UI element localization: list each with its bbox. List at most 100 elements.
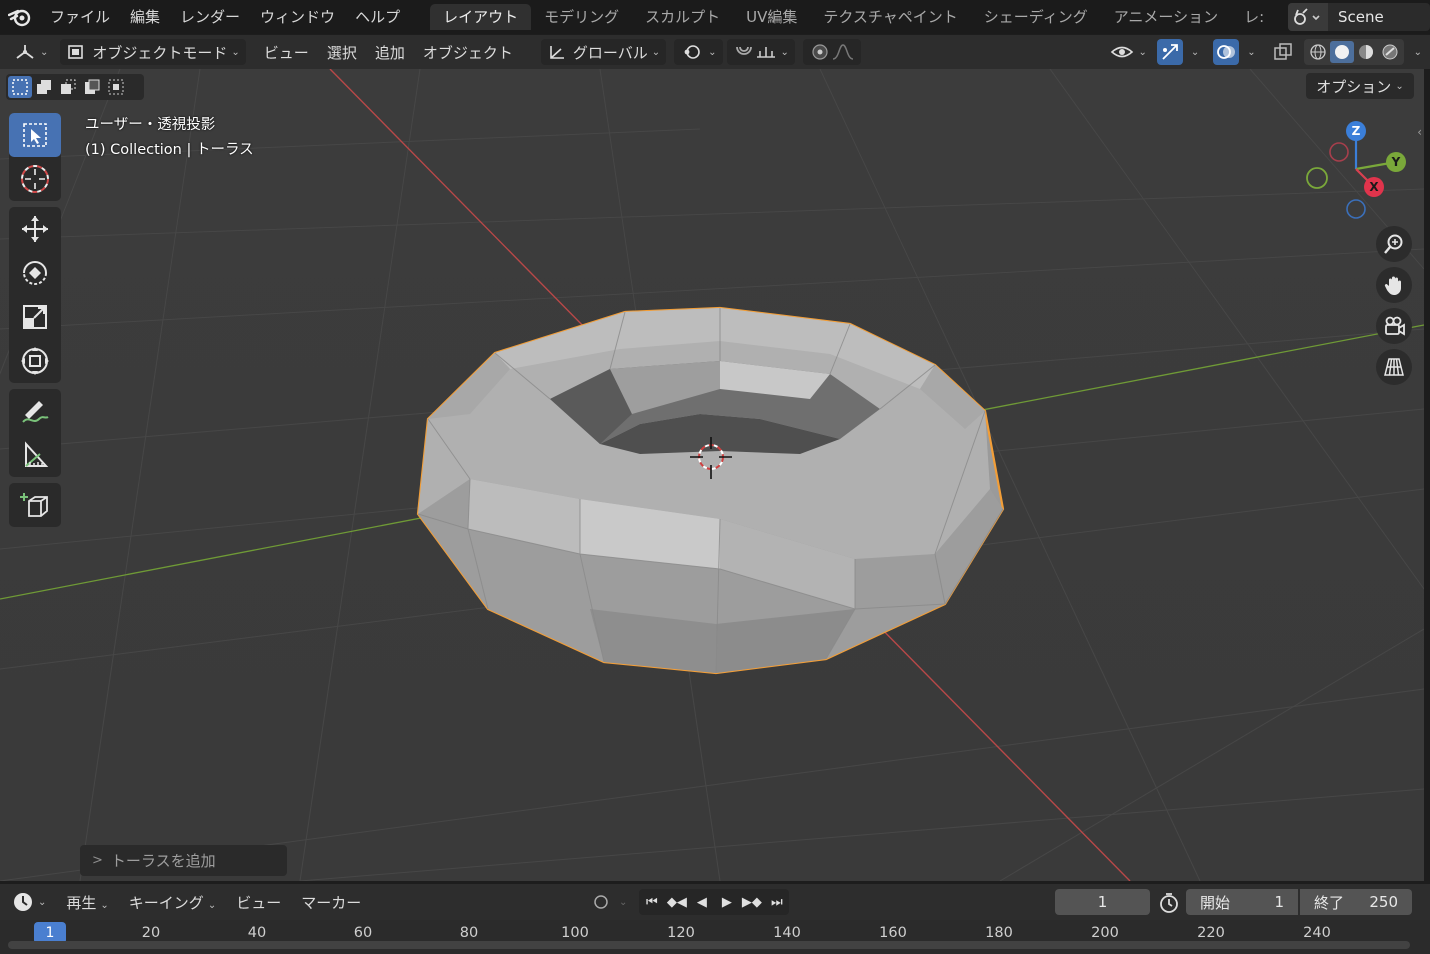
tab-texture-paint[interactable]: テクスチャペイント <box>810 4 970 30</box>
view-menu[interactable]: ビュー <box>258 39 315 65</box>
tab-rendering[interactable]: レ: <box>1231 4 1277 30</box>
ruler-tick-label: 40 <box>247 925 267 941</box>
jump-to-end-icon[interactable]: ⏭ <box>764 889 789 915</box>
jump-to-next-keyframe-icon[interactable]: ▶◆ <box>739 889 764 915</box>
add-cube-icon <box>20 493 48 517</box>
select-menu[interactable]: 選択 <box>321 39 363 65</box>
axis-editor-icon <box>16 45 34 59</box>
play-reverse-icon[interactable]: ◀ <box>689 889 714 915</box>
end-frame-value: 250 <box>1369 893 1398 911</box>
scale-tool[interactable] <box>9 295 61 339</box>
move-tool[interactable] <box>9 207 61 251</box>
tab-uv-editing[interactable]: UV編集 <box>733 4 810 30</box>
timeline-view-menu[interactable]: ビュー <box>226 892 291 913</box>
last-operation-panel[interactable]: > トーラスを追加 <box>80 845 287 876</box>
torus-object[interactable] <box>416 306 1005 675</box>
add-menu[interactable]: 追加 <box>369 39 411 65</box>
menu-render[interactable]: レンダー <box>170 0 250 34</box>
chevron-down-icon: ⌄ <box>651 46 661 58</box>
orientation-label: グローバル <box>572 43 648 62</box>
proportional-editing-toggle[interactable] <box>802 39 861 65</box>
chevron-down-icon: ⌄ <box>1395 80 1404 92</box>
timeline-header: ⌄ 再生 ⌄ キーイング ⌄ ビュー マーカー ⌄ ⏮ ◆◀ ◀ ▶ ▶◆ ⏭ 1 … <box>0 884 1430 920</box>
viewport-header-right: ⌄ ⌄ ⌄ ⌄ <box>1110 39 1422 65</box>
zoom-icon[interactable] <box>1376 226 1412 262</box>
viewport-canvas[interactable] <box>0 69 1424 881</box>
play-icon[interactable]: ▶ <box>714 889 739 915</box>
timeline-editor-type[interactable]: ⌄ <box>0 891 56 913</box>
object-mode-dropdown[interactable]: オブジェクトモード ⌄ <box>60 39 246 65</box>
timeline-scrollbar[interactable] <box>8 941 1410 949</box>
sidebar-toggle-icon[interactable]: ‹ <box>1417 125 1422 139</box>
snap-increment-icon <box>756 47 775 58</box>
select-new-icon[interactable] <box>8 76 32 98</box>
timeline-ruler[interactable]: 1 20 40 60 80 100 120 140 160 180 200 22… <box>0 920 1430 954</box>
measure-tool[interactable] <box>9 433 61 477</box>
start-frame-value: 1 <box>1274 893 1284 911</box>
material-shading-icon[interactable] <box>1354 41 1378 63</box>
3d-viewport[interactable]: Z Y X オプション ⌄ ‹ ユーザー・透視投影 (1) Collection… <box>0 69 1424 881</box>
blender-logo-icon[interactable] <box>0 0 40 34</box>
view-perspective-label: ユーザー・透視投影 <box>85 117 216 133</box>
solid-shading-icon[interactable] <box>1329 41 1354 63</box>
marker-menu[interactable]: マーカー <box>291 892 371 913</box>
menu-file[interactable]: ファイル <box>40 0 120 34</box>
select-box-icon <box>23 123 47 147</box>
jump-to-previous-keyframe-icon[interactable]: ◆◀ <box>664 889 689 915</box>
chevron-down-icon[interactable]: ⌄ <box>619 897 627 908</box>
pivot-point-dropdown[interactable]: ⌄ <box>674 39 723 65</box>
gizmo-z-axis[interactable]: Z <box>1346 121 1366 141</box>
tab-modeling[interactable]: モデリング <box>531 4 632 30</box>
perspective-grid-icon[interactable] <box>1376 349 1412 385</box>
rendered-shading-icon[interactable] <box>1378 41 1402 63</box>
select-subtract-icon[interactable] <box>56 76 80 98</box>
add-cube-tool[interactable] <box>9 483 61 527</box>
editor-type-button[interactable]: ⌄ <box>8 39 54 65</box>
transform-orientation-dropdown[interactable]: グローバル ⌄ <box>540 39 667 65</box>
start-frame-field[interactable]: 開始 1 <box>1186 889 1298 915</box>
object-menu[interactable]: オブジェクト <box>417 39 519 65</box>
cursor-tool[interactable] <box>9 157 61 201</box>
gizmo-toggle[interactable] <box>1156 39 1183 65</box>
jump-to-start-icon[interactable]: ⏮ <box>639 889 664 915</box>
select-box-tool[interactable] <box>9 113 61 157</box>
annotate-tool[interactable] <box>9 389 61 433</box>
auto-keying-icon[interactable] <box>588 889 613 915</box>
menu-edit[interactable]: 編集 <box>120 0 170 34</box>
rotate-tool[interactable] <box>9 251 61 295</box>
select-intersect-icon[interactable] <box>104 76 128 98</box>
options-dropdown[interactable]: オプション ⌄ <box>1306 73 1414 99</box>
gizmo-x-axis[interactable]: X <box>1364 177 1384 197</box>
chevron-down-icon: ⌄ <box>231 46 240 58</box>
current-frame-field[interactable]: 1 <box>1055 889 1150 915</box>
tab-sculpt[interactable]: スカルプト <box>632 4 733 30</box>
chevron-down-icon[interactable]: ⌄ <box>1414 47 1422 58</box>
keying-menu[interactable]: キーイング ⌄ <box>119 892 226 913</box>
pan-hand-icon[interactable] <box>1376 267 1412 303</box>
menu-help[interactable]: ヘルプ <box>345 0 410 34</box>
wireframe-shading-icon[interactable] <box>1306 41 1330 63</box>
chevron-down-icon[interactable]: ⌄ <box>1247 47 1255 58</box>
tab-shading[interactable]: シェーディング <box>971 4 1101 30</box>
scene-icon[interactable] <box>1288 3 1328 31</box>
tab-animation[interactable]: アニメーション <box>1101 4 1231 30</box>
playback-menu[interactable]: 再生 ⌄ <box>56 892 118 913</box>
ruler-tick-label: 160 <box>879 925 907 941</box>
xray-toggle[interactable] <box>1270 39 1296 65</box>
visibility-dropdown[interactable]: ⌄ <box>1110 39 1147 65</box>
select-extend-icon[interactable] <box>32 76 56 98</box>
overlays-toggle[interactable] <box>1213 39 1240 65</box>
end-frame-field[interactable]: 終了 250 <box>1300 889 1412 915</box>
chevron-down-icon: ⌄ <box>1138 46 1147 58</box>
camera-view-icon[interactable] <box>1376 308 1412 344</box>
scene-selector[interactable]: Scene <box>1288 3 1430 31</box>
chevron-down-icon[interactable]: ⌄ <box>1191 47 1199 58</box>
options-label: オプション <box>1316 77 1392 96</box>
select-invert-icon[interactable] <box>80 76 104 98</box>
tab-layout[interactable]: レイアウト <box>430 4 532 30</box>
gizmo-y-axis[interactable]: Y <box>1386 152 1406 172</box>
snap-toggle[interactable]: ⌄ <box>726 39 795 65</box>
menu-window[interactable]: ウィンドウ <box>250 0 345 34</box>
transform-tool[interactable] <box>9 339 61 383</box>
stopwatch-icon[interactable] <box>1158 892 1180 918</box>
